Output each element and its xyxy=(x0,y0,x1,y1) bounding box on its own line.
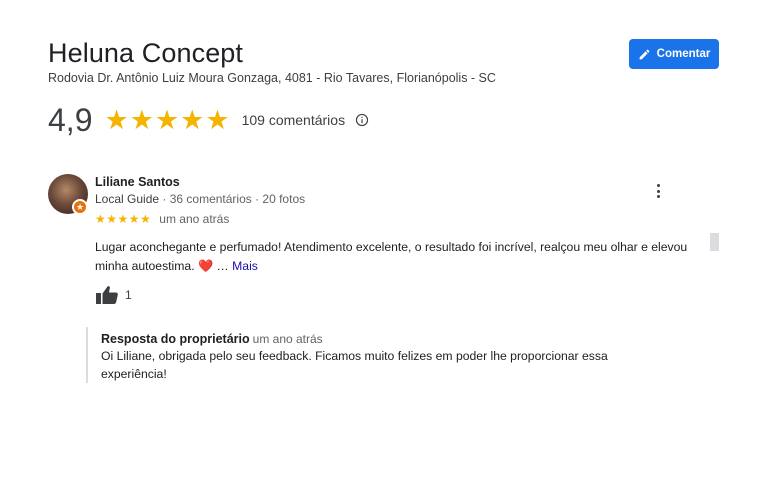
review-count: 109 comentários xyxy=(241,112,346,128)
comment-button[interactable]: Comentar xyxy=(629,39,719,69)
star-icon: ★ xyxy=(180,104,205,135)
local-guide-label: Local Guide xyxy=(95,192,160,206)
local-guide-badge-icon: ★ xyxy=(72,199,88,215)
heart-emoji: ❤️ xyxy=(197,259,214,273)
place-address: Rodovia Dr. Antônio Luiz Moura Gonzaga, … xyxy=(48,71,496,85)
more-options-icon[interactable] xyxy=(650,182,666,200)
review-stars: ★★★★★ xyxy=(95,212,152,226)
review-body: Lugar aconchegante e perfumado! Atendime… xyxy=(95,240,688,273)
scrollbar-thumb[interactable] xyxy=(710,233,719,251)
owner-reply-text: Oi Liliane, obrigada pelo seu feedback. … xyxy=(101,349,608,381)
reviewer-stats: · 36 comentários · 20 fotos xyxy=(159,192,306,206)
info-icon[interactable] xyxy=(355,113,369,127)
more-link[interactable]: Mais xyxy=(232,259,258,273)
owner-reply: Resposta do proprietário um ano atrás Oi … xyxy=(86,327,646,383)
reviews-panel: Heluna Concept Rodovia Dr. Antônio Luiz … xyxy=(0,0,768,488)
ellipsis: … xyxy=(213,259,229,273)
star-icon: ★ xyxy=(154,104,180,135)
like-count: 1 xyxy=(125,288,132,302)
star-icon: ★ xyxy=(205,104,230,135)
reviewer-meta: Local Guide · 36 comentários · 20 fotos xyxy=(95,192,305,206)
review-text: Lugar aconchegante e perfumado! Atendime… xyxy=(95,238,695,276)
owner-reply-title: Resposta do proprietário xyxy=(101,332,250,346)
star-icon: ★ xyxy=(104,104,129,135)
like-row: 1 xyxy=(95,285,132,305)
average-rating: 4,9 xyxy=(48,101,93,138)
place-title: Heluna Concept xyxy=(48,38,244,68)
thumbs-up-icon[interactable] xyxy=(95,285,119,305)
rating-summary: 4,9 ★ ★ ★ ★ ★ 109 comentários xyxy=(48,100,369,140)
owner-reply-date: um ano atrás xyxy=(252,332,323,346)
pencil-icon xyxy=(639,49,650,59)
reviewer-name[interactable]: Liliane Santos xyxy=(95,175,180,189)
review-date: um ano atrás xyxy=(159,212,230,226)
comment-button-label: Comentar xyxy=(656,48,711,60)
owner-reply-header: Resposta do proprietário um ano atrás xyxy=(101,332,646,346)
review-rating: ★★★★★ um ano atrás xyxy=(95,212,229,226)
star-icon: ★ xyxy=(129,104,154,135)
average-stars: ★ ★ ★ ★ ★ xyxy=(104,104,230,135)
